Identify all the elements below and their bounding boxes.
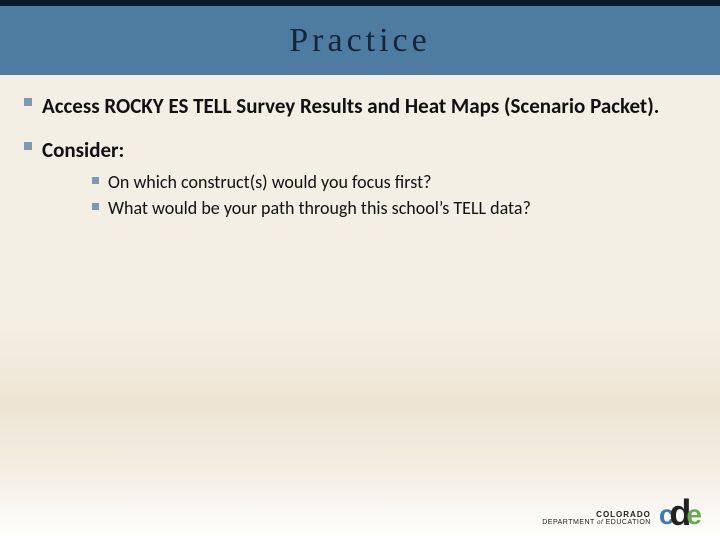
logo-dept-of: of [597, 520, 603, 526]
cde-letter-e: e [686, 504, 700, 526]
title-band: Practice [0, 0, 720, 75]
sub-bullet-item: What would be your path through this sch… [92, 196, 698, 220]
logo-department: DEPARTMENT of EDUCATION [542, 519, 651, 526]
slide-title: Practice [289, 22, 431, 60]
slide: Practice Access ROCKY ES TELL Survey Res… [0, 0, 720, 540]
bullet-list: Access ROCKY ES TELL Survey Results and … [22, 93, 698, 220]
logo-dept-prefix: DEPARTMENT [542, 519, 594, 526]
cde-logo-icon: c d e [659, 500, 700, 526]
bullet-item: Consider: On which construct(s) would yo… [22, 137, 698, 220]
logo-state: COLORADO [542, 511, 651, 519]
sub-bullet-list: On which construct(s) would you focus fi… [42, 170, 698, 221]
content-area: Access ROCKY ES TELL Survey Results and … [0, 75, 720, 220]
bullet-text: Consider: [42, 137, 124, 163]
bullet-item: Access ROCKY ES TELL Survey Results and … [22, 93, 698, 119]
footer-logo: COLORADO DEPARTMENT of EDUCATION c d e [542, 500, 700, 526]
logo-dept-suffix: EDUCATION [606, 519, 651, 526]
logo-text-block: COLORADO DEPARTMENT of EDUCATION [542, 511, 651, 526]
sub-bullet-item: On which construct(s) would you focus fi… [92, 170, 698, 194]
